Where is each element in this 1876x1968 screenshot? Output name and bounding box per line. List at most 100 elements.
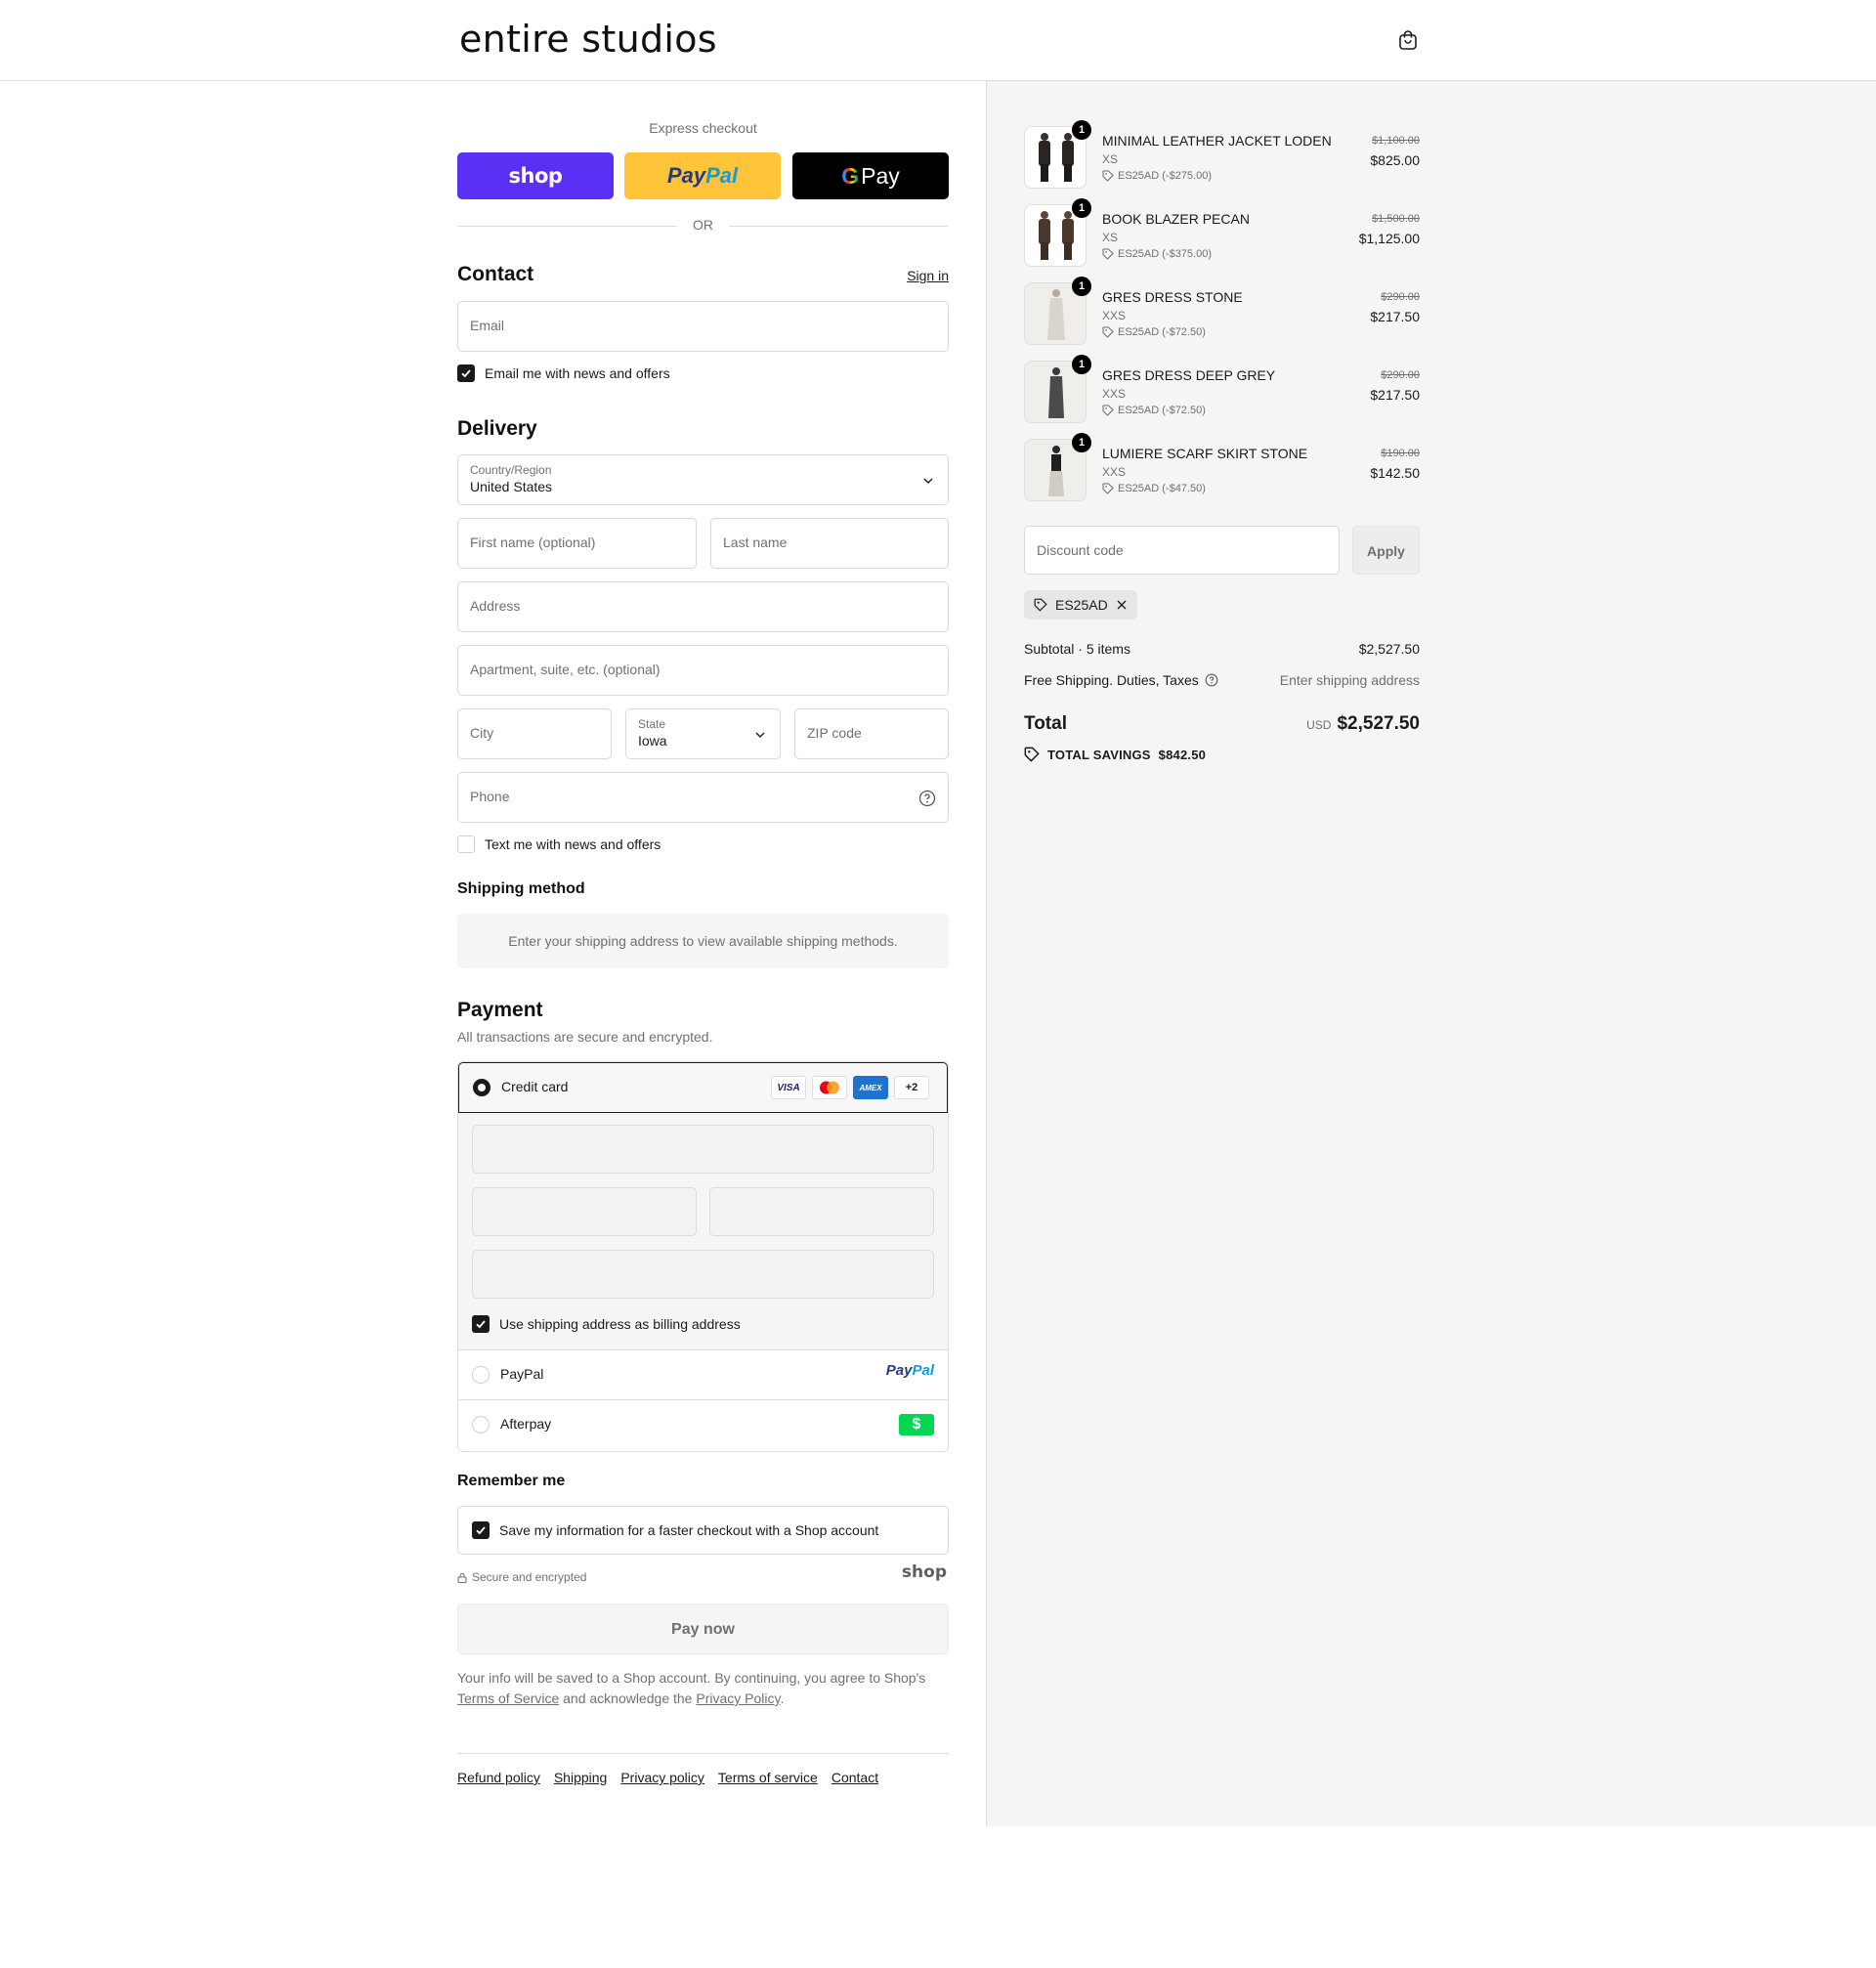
expiry-field[interactable] (472, 1187, 697, 1236)
tag-icon (1102, 248, 1114, 260)
email-field[interactable]: Email (457, 301, 949, 352)
country-select[interactable]: Country/Region United States (457, 454, 949, 505)
address-field[interactable]: Address (457, 581, 949, 632)
mastercard-icon (812, 1076, 847, 1099)
paypal-option[interactable]: PayPal PayPal (458, 1350, 948, 1400)
secure-note: Secure and encrypted (457, 1570, 586, 1584)
total-row: Total USD $2,527.50 (1024, 713, 1420, 734)
sms-news-option[interactable]: Text me with news and offers (457, 835, 661, 853)
tag-icon (1102, 326, 1114, 338)
refund-policy-link[interactable]: Refund policy (457, 1770, 540, 1785)
express-checkout-title: Express checkout (649, 120, 757, 136)
shipping-link[interactable]: Shipping (554, 1770, 608, 1785)
google-pay-button[interactable]: G Pay (792, 152, 949, 199)
afterpay-radio[interactable] (472, 1416, 490, 1433)
close-icon[interactable] (1116, 599, 1128, 611)
item-discount: ES25AD (-$375.00) (1102, 248, 1212, 260)
remember-me-box[interactable]: Save my information for a faster checkou… (457, 1506, 949, 1555)
chevron-down-icon (923, 478, 933, 484)
name-on-card-field[interactable] (472, 1250, 934, 1299)
paypal-radio[interactable] (472, 1366, 490, 1384)
discounted-price: $825.00 (1370, 152, 1420, 168)
credit-card-option[interactable]: Credit card VISA AMEX +2 (458, 1062, 948, 1113)
contact-heading: Contact (457, 263, 534, 285)
or-separator: OR (677, 217, 729, 233)
discounted-price: $1,125.00 (1358, 231, 1420, 246)
quantity-badge: 1 (1072, 277, 1091, 296)
visa-icon: VISA (771, 1076, 806, 1099)
first-name-field[interactable]: First name (optional) (457, 518, 697, 569)
discounted-price: $217.50 (1370, 309, 1420, 324)
quantity-badge: 1 (1072, 198, 1091, 218)
contact-link[interactable]: Contact (831, 1770, 878, 1785)
terms-of-service-link[interactable]: Terms of service (718, 1770, 818, 1785)
item-name: MINIMAL LEATHER JACKET LODEN (1102, 133, 1332, 149)
applied-discount-chip: ES25AD (1024, 590, 1137, 620)
last-name-field[interactable]: Last name (710, 518, 949, 569)
apply-discount-button[interactable]: Apply (1352, 526, 1420, 575)
paypal-button[interactable]: Pay Pal (624, 152, 781, 199)
discounted-price: $217.50 (1370, 387, 1420, 403)
subtotal-row: Subtotal · 5 items $2,527.50 (1024, 641, 1420, 657)
paypal-logo: PayPal (885, 1362, 934, 1379)
security-code-field[interactable] (709, 1187, 934, 1236)
cart-bag-icon[interactable] (1397, 29, 1419, 51)
zip-field[interactable]: ZIP code (794, 708, 949, 759)
payment-subtitle: All transactions are secure and encrypte… (457, 1029, 713, 1045)
privacy-policy-link[interactable]: Privacy policy (620, 1770, 704, 1785)
shop-pay-button[interactable]: shop (457, 152, 614, 199)
state-select[interactable]: State Iowa (625, 708, 781, 759)
discount-code-field[interactable]: Discount code (1024, 526, 1340, 575)
cart-item: 1 LUMIERE SCARF SKIRT STONE XXS ES25AD (… (1024, 433, 1420, 507)
shipping-notice: Enter your shipping address to view avai… (457, 914, 949, 968)
delivery-heading: Delivery (457, 417, 537, 440)
billing-checkbox[interactable] (472, 1315, 490, 1333)
amex-icon: AMEX (853, 1076, 888, 1099)
item-discount: ES25AD (-$47.50) (1102, 483, 1206, 494)
item-size: XXS (1102, 465, 1127, 479)
item-size: XS (1102, 231, 1119, 244)
credit-card-radio[interactable] (473, 1079, 490, 1096)
help-icon[interactable] (1205, 673, 1218, 687)
cart-item: 1 GRES DRESS STONE XXS ES25AD (-$72.50) … (1024, 277, 1420, 351)
item-size: XXS (1102, 387, 1127, 401)
sms-news-checkbox[interactable] (457, 835, 475, 853)
brand-logo[interactable]: entire studios (459, 18, 717, 61)
email-news-option[interactable]: Email me with news and offers (457, 364, 670, 382)
email-news-checkbox[interactable] (457, 364, 475, 382)
billing-address-option[interactable]: Use shipping address as billing address (472, 1315, 741, 1333)
tag-icon (1024, 747, 1040, 762)
item-size: XS (1102, 152, 1119, 166)
city-field[interactable]: City (457, 708, 612, 759)
help-icon[interactable] (918, 790, 936, 807)
pay-now-button[interactable]: Pay now (457, 1604, 949, 1654)
terms-link[interactable]: Terms of Service (457, 1690, 559, 1706)
payment-methods: Credit card VISA AMEX +2 Use shipping ad… (457, 1061, 949, 1452)
card-number-field[interactable] (472, 1125, 934, 1174)
original-price: $290.00 (1381, 291, 1420, 303)
phone-field[interactable]: Phone (457, 772, 949, 823)
lock-icon (457, 1572, 467, 1583)
footer-divider (457, 1753, 949, 1754)
discounted-price: $142.50 (1370, 465, 1420, 481)
more-cards-badge: +2 (894, 1076, 929, 1099)
privacy-link[interactable]: Privacy Policy (696, 1690, 780, 1706)
apartment-field[interactable]: Apartment, suite, etc. (optional) (457, 645, 949, 696)
save-info-option[interactable]: Save my information for a faster checkou… (472, 1521, 878, 1539)
original-price: $1,500.00 (1372, 213, 1420, 225)
item-size: XXS (1102, 309, 1127, 322)
site-header: entire studios (0, 0, 1876, 81)
shipping-row: Free Shipping. Duties, Taxes Enter shipp… (1024, 672, 1420, 688)
save-info-checkbox[interactable] (472, 1521, 490, 1539)
legal-notice: Your info will be saved to a Shop accoun… (457, 1670, 926, 1706)
cart-item: 1 BOOK BLAZER PECAN XS ES25AD (-$375.00)… (1024, 198, 1420, 273)
tag-icon (1102, 405, 1114, 416)
applied-code: ES25AD (1055, 597, 1108, 613)
item-name: GRES DRESS DEEP GREY (1102, 367, 1276, 383)
footer-links: Refund policy Shipping Privacy policy Te… (457, 1770, 878, 1785)
item-discount: ES25AD (-$275.00) (1102, 170, 1212, 182)
afterpay-logo: $ (899, 1414, 934, 1435)
afterpay-option[interactable]: Afterpay $ (458, 1400, 948, 1450)
total-savings: TOTAL SAVINGS $842.50 (1024, 747, 1206, 762)
sign-in-link[interactable]: Sign in (907, 268, 949, 283)
